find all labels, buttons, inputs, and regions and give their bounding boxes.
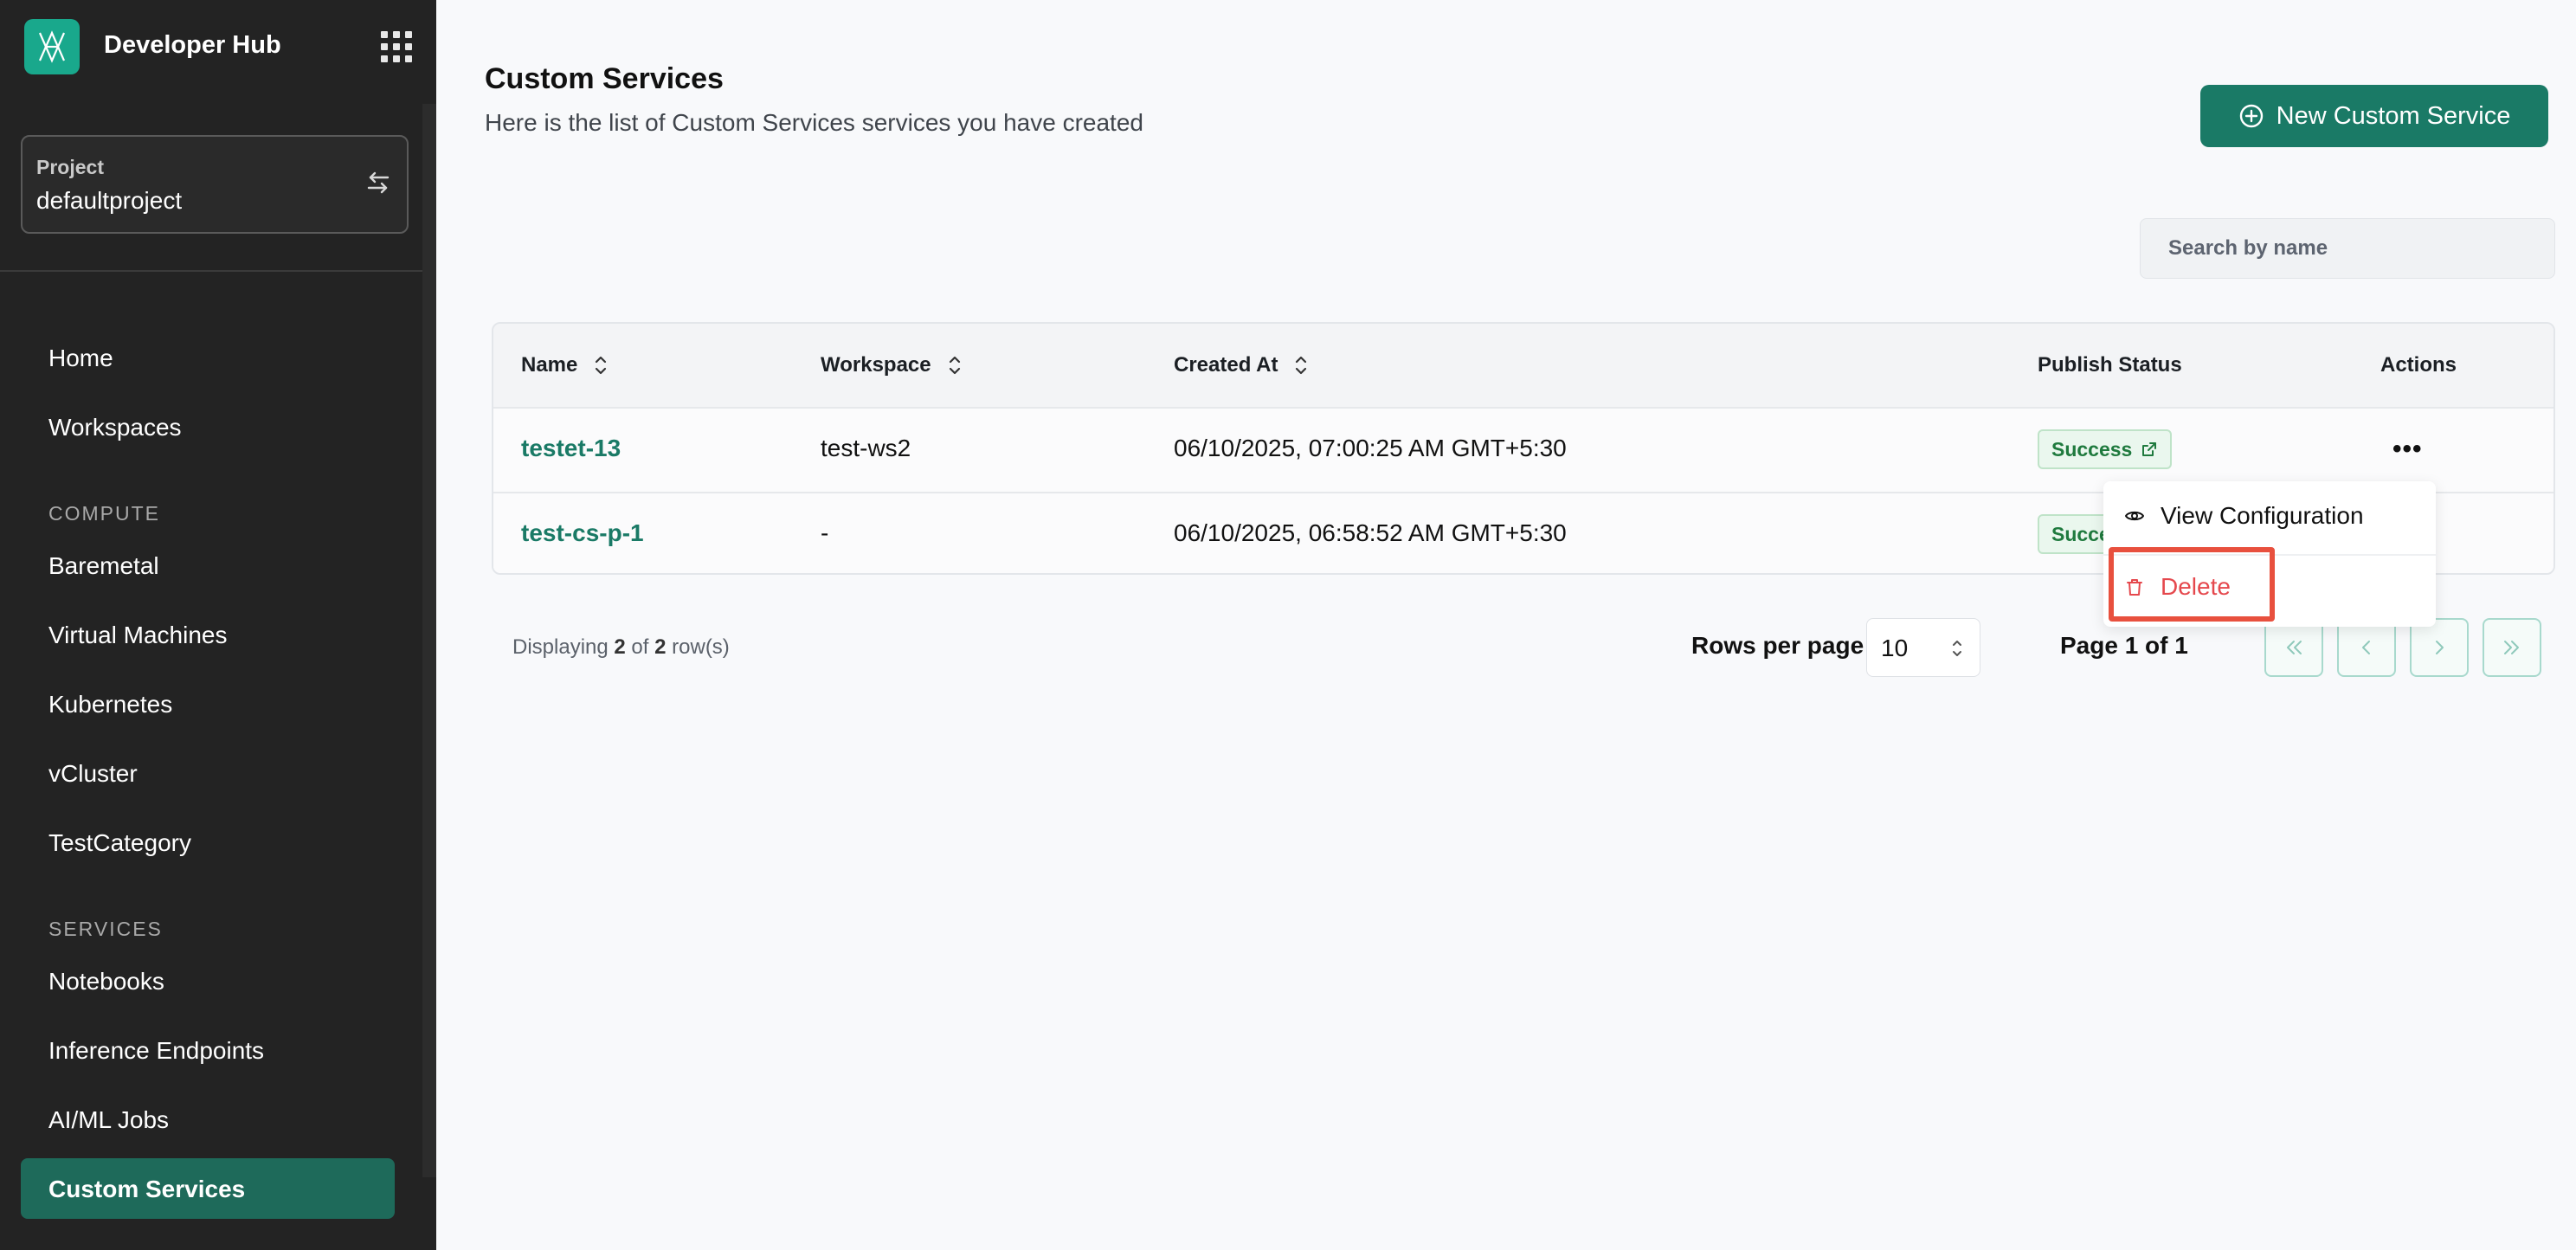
column-actions: Actions — [2380, 353, 2457, 377]
sort-icon[interactable] — [947, 354, 963, 377]
workspace-cell: test-ws2 — [821, 435, 911, 461]
display-total: 2 — [654, 635, 667, 659]
sidebar-item-baremetal[interactable]: Baremetal — [48, 552, 159, 580]
rows-per-page-value: 10 — [1881, 635, 1909, 661]
page-subtitle: Here is the list of Custom Services serv… — [485, 109, 1143, 136]
project-selector[interactable]: Project defaultproject — [21, 135, 409, 234]
sidebar-item-kubernetes[interactable]: Kubernetes — [48, 691, 172, 718]
sort-icon[interactable] — [593, 354, 609, 377]
new-custom-service-label: New Custom Service — [2276, 101, 2511, 130]
sidebar-item-aiml-jobs[interactable]: AI/ML Jobs — [48, 1106, 169, 1134]
external-link-icon — [2142, 442, 2157, 456]
sidebar-divider — [0, 270, 422, 272]
new-custom-service-button[interactable]: New Custom Service — [2200, 85, 2548, 147]
column-workspace-label: Workspace — [821, 353, 931, 377]
sidebar-item-inference-endpoints[interactable]: Inference Endpoints — [48, 1037, 264, 1065]
view-configuration-label: View Configuration — [2161, 502, 2364, 529]
sidebar-item-custom-services[interactable]: Custom Services — [21, 1158, 395, 1219]
apps-grid-icon[interactable] — [381, 31, 412, 62]
plus-circle-icon — [2239, 104, 2263, 128]
next-page-button[interactable] — [2410, 618, 2469, 677]
eye-icon — [2125, 511, 2144, 521]
row-actions-menu-icon[interactable]: ••• — [2392, 435, 2423, 464]
chevron-right-icon — [2436, 641, 2444, 654]
section-compute: COMPUTE — [48, 502, 160, 525]
chevron-left-icon — [2362, 641, 2370, 654]
column-created-at[interactable]: Created At — [1174, 353, 1309, 377]
created-at-cell: 06/10/2025, 06:58:52 AM GMT+5:30 — [1174, 519, 1567, 546]
previous-page-button[interactable] — [2337, 618, 2396, 677]
display-of: of — [631, 635, 649, 659]
workspace-cell: - — [821, 519, 829, 546]
app-logo-icon[interactable] — [24, 19, 80, 74]
rows-per-page-select[interactable]: 10 — [1866, 618, 1980, 677]
display-shown: 2 — [614, 635, 626, 659]
section-services: SERVICES — [48, 918, 163, 940]
sidebar-scrollbar[interactable] — [422, 104, 436, 1177]
page-indicator: Page 1 of 1 — [2060, 632, 2188, 659]
column-created-at-label: Created At — [1174, 353, 1278, 377]
sidebar-item-vcluster[interactable]: vCluster — [48, 760, 138, 788]
double-chevron-right-icon — [2504, 641, 2519, 654]
service-name-link[interactable]: test-cs-p-1 — [521, 519, 644, 547]
project-value: defaultproject — [36, 187, 183, 214]
display-prefix: Displaying — [512, 635, 609, 659]
table-header: Name Workspace Created At Publish Status… — [493, 324, 2553, 407]
table-row: testet-13 test-ws2 06/10/2025, 07:00:25 … — [493, 407, 2553, 490]
page-title: Custom Services — [485, 62, 724, 95]
sidebar-item-label: Custom Services — [48, 1176, 246, 1202]
swap-icon[interactable] — [364, 168, 393, 197]
row-count-info: Displaying 2 of 2 row(s) — [512, 635, 730, 660]
sidebar-item-workspaces[interactable]: Workspaces — [48, 414, 182, 441]
view-configuration-menu-item[interactable]: View Configuration — [2124, 502, 2364, 530]
delete-highlight-box — [2109, 547, 2275, 622]
service-name-link[interactable]: testet-13 — [521, 435, 621, 462]
display-suffix: row(s) — [672, 635, 730, 659]
last-page-button[interactable] — [2483, 618, 2541, 677]
sidebar-item-virtual-machines[interactable]: Virtual Machines — [48, 622, 227, 649]
sidebar-item-testcategory[interactable]: TestCategory — [48, 829, 191, 857]
column-publish-status: Publish Status — [2038, 353, 2182, 377]
sort-icon[interactable] — [1293, 354, 1309, 377]
chevron-up-down-icon — [1953, 641, 1961, 656]
sidebar-item-notebooks[interactable]: Notebooks — [48, 968, 164, 995]
column-publish-status-label: Publish Status — [2038, 353, 2182, 377]
sidebar-item-home[interactable]: Home — [48, 345, 113, 372]
search-input[interactable] — [2140, 218, 2555, 279]
status-badge-label: Success — [2051, 437, 2133, 461]
column-name-label: Name — [521, 353, 578, 377]
column-workspace[interactable]: Workspace — [821, 353, 963, 377]
app-title: Developer Hub — [104, 31, 281, 59]
status-badge[interactable]: Success — [2038, 429, 2173, 469]
project-label: Project — [36, 156, 104, 178]
column-actions-label: Actions — [2380, 353, 2457, 377]
sidebar: Developer Hub Project defaultproject Hom… — [0, 0, 436, 1250]
column-name[interactable]: Name — [521, 353, 609, 377]
double-chevron-left-icon — [2287, 641, 2302, 654]
first-page-button[interactable] — [2264, 618, 2323, 677]
rows-per-page-label: Rows per page — [1691, 632, 1864, 659]
created-at-cell: 06/10/2025, 07:00:25 AM GMT+5:30 — [1174, 435, 1567, 461]
